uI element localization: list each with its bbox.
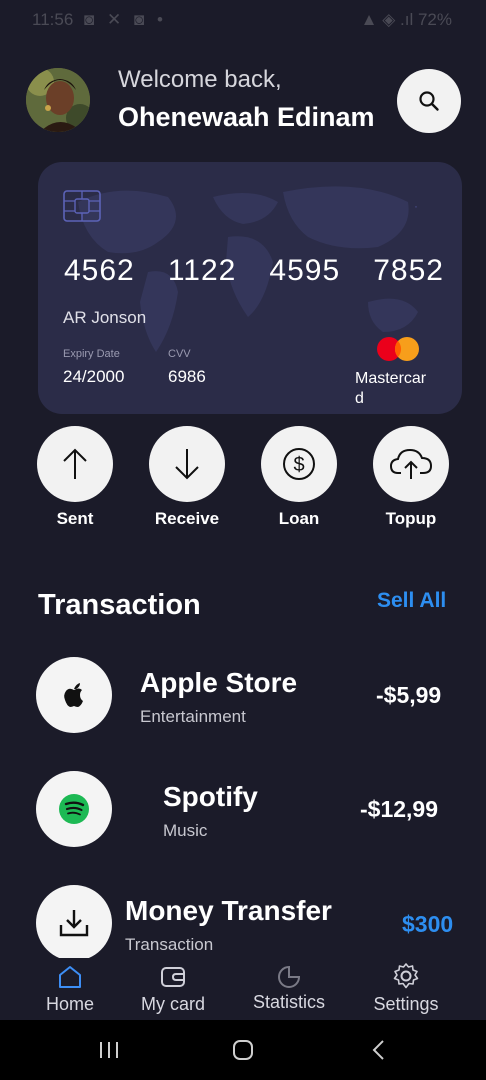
avatar[interactable]	[26, 68, 90, 132]
nav-item-statistics[interactable]: Statistics	[246, 964, 332, 1013]
download-icon	[59, 910, 89, 937]
transaction-category: Entertainment	[140, 707, 246, 726]
expiry-label: Expiry Date	[63, 348, 120, 360]
back-icon[interactable]	[370, 1039, 388, 1061]
sent-button[interactable]	[37, 426, 113, 502]
transaction-icon	[36, 771, 112, 847]
bottom-nav: Home My card Statistics Settings	[0, 958, 486, 1020]
spotify-icon	[59, 794, 89, 824]
receive-label: Receive	[154, 509, 220, 528]
username: Ohenewaah Edinam	[118, 102, 375, 132]
card-number: 4562 1122 4595 7852	[64, 254, 444, 288]
signal-icon: ▲ ◈ .ıl	[360, 10, 418, 29]
recent-apps-icon[interactable]	[98, 1040, 120, 1060]
system-nav-bar	[0, 1020, 486, 1080]
transaction-category: Music	[163, 821, 208, 840]
home-icon	[59, 966, 81, 988]
receive-action[interactable]: Receive	[148, 426, 226, 529]
transaction-amount: -$12,99	[360, 796, 439, 822]
gear-icon	[393, 963, 419, 989]
cvv-label: CVV	[168, 348, 191, 360]
apple-icon	[64, 683, 83, 707]
see-all-link[interactable]: Sell All	[377, 589, 446, 613]
status-battery: ▲ ◈ .ıl 72%	[361, 10, 452, 30]
receive-button[interactable]	[149, 426, 225, 502]
transactions-title: Transaction	[38, 589, 201, 621]
nav-item-home[interactable]: Home	[38, 964, 102, 1015]
transaction-name: Money Transfer	[125, 895, 332, 926]
nav-label-settings: Settings	[373, 994, 439, 1014]
search-button[interactable]	[397, 69, 461, 133]
chip-icon	[63, 190, 101, 222]
dollar-icon: $	[283, 448, 315, 480]
loan-button[interactable]: $	[261, 426, 337, 502]
transaction-icon	[36, 657, 112, 733]
svg-text:·: ·	[414, 199, 418, 213]
loan-label: Loan	[278, 509, 320, 528]
transaction-name: Spotify	[163, 781, 258, 812]
welcome-text: Welcome back,	[118, 66, 282, 93]
avatar-image	[26, 68, 90, 132]
home-nav-icon[interactable]	[232, 1039, 254, 1061]
transaction-amount: $300	[402, 911, 454, 937]
nav-label-home: Home	[45, 994, 94, 1014]
nav-label-statistics: Statistics	[252, 992, 326, 1012]
search-icon	[419, 91, 439, 111]
expiry-value: 24/2000	[63, 367, 125, 386]
status-time: 11:56	[32, 10, 74, 29]
mastercard-logo-icon	[377, 337, 419, 361]
transaction-category: Transaction	[125, 935, 214, 954]
nav-item-my-card[interactable]: My card	[136, 964, 210, 1015]
card-holder-name: AR Jonson	[63, 308, 147, 327]
transaction-name: Apple Store	[140, 667, 298, 698]
card-number-group: 7852	[373, 254, 444, 287]
pie-chart-icon	[278, 965, 301, 988]
sent-action[interactable]: Sent	[36, 426, 114, 529]
card-number-group: 1122	[167, 254, 237, 287]
transaction-amount: -$5,99	[376, 682, 442, 708]
status-bar: 11:56 ◙ ✕ ◙ • ▲ ◈ .ıl 72%	[0, 0, 486, 40]
nav-item-settings[interactable]: Settings	[366, 962, 446, 1015]
wallet-icon	[161, 967, 185, 987]
topup-label: Topup	[385, 509, 437, 528]
card-number-group: 4562	[64, 254, 135, 287]
arrow-up-icon	[63, 448, 87, 479]
card-number-group: 4595	[269, 254, 341, 287]
cloud-upload-icon	[389, 448, 433, 479]
nav-label-my-card: My card	[140, 994, 205, 1014]
bank-card[interactable]: · 4562 1122 4595 7852 AR Jonson Expiry D…	[38, 162, 462, 414]
svg-text:$: $	[293, 454, 304, 476]
notification-icons: ◙ ✕ ◙ •	[84, 10, 167, 29]
transaction-icon	[36, 885, 112, 961]
battery-level: 72%	[417, 10, 452, 29]
topup-action[interactable]: Topup	[372, 426, 450, 529]
cvv-value: 6986	[168, 367, 206, 386]
card-network-label: Mastercard	[355, 370, 427, 407]
topup-button[interactable]	[373, 426, 449, 502]
arrow-down-icon	[175, 449, 199, 480]
sent-label: Sent	[56, 509, 94, 528]
loan-action[interactable]: $ Loan	[260, 426, 338, 529]
